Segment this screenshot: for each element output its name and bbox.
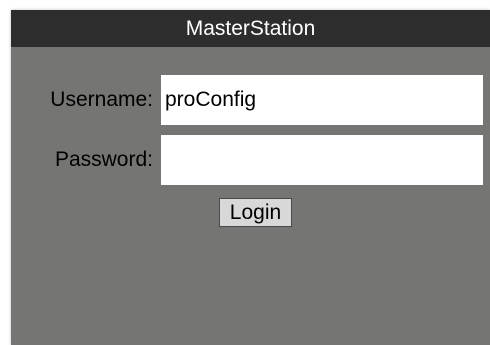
window-title: MasterStation — [11, 10, 490, 47]
username-field[interactable] — [161, 75, 483, 125]
login-window: MasterStation Username: Password: Login — [11, 10, 490, 345]
username-label: Username: — [50, 88, 153, 111]
login-button[interactable]: Login — [219, 198, 292, 227]
password-field[interactable] — [161, 135, 483, 185]
password-label: Password: — [54, 148, 153, 171]
